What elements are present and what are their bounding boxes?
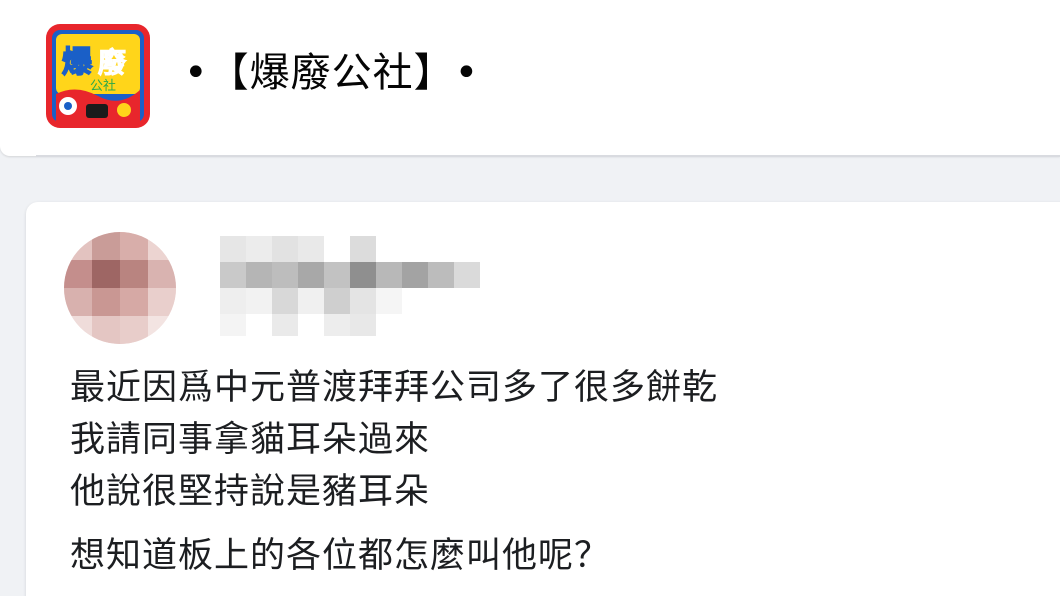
- group-header: 爆 廢 公社 •【爆廢公社】•: [0, 0, 1060, 156]
- group-name[interactable]: •【爆廢公社】•: [184, 45, 479, 101]
- blurred-avatar-icon[interactable]: [64, 232, 176, 344]
- svg-text:爆: 爆: [62, 45, 93, 80]
- post-text-line: 我請同事拿貓耳朵過來: [70, 420, 431, 460]
- post-text-line: 最近因爲中元普渡拜拜公司多了很多餅乾: [70, 368, 719, 408]
- post-card: 最近因爲中元普渡拜拜公司多了很多餅乾 我請同事拿貓耳朵過來 他說很堅持說是豬耳朵…: [26, 202, 1060, 596]
- post-body: 最近因爲中元普渡拜拜公司多了很多餅乾 我請同事拿貓耳朵過來 他說很堅持說是豬耳朵…: [70, 362, 718, 582]
- svg-text:公社: 公社: [90, 78, 116, 94]
- facebook-group-post-view: 爆 廢 公社 •【爆廢公社】• 最近因爲中元普渡拜拜公司多了很多餅乾 我請同事拿…: [0, 0, 1060, 596]
- group-logo-icon[interactable]: 爆 廢 公社: [46, 24, 150, 128]
- header-divider: [36, 155, 1060, 157]
- blurred-name-icon[interactable]: [190, 230, 480, 336]
- svg-text:廢: 廢: [98, 46, 127, 79]
- post-question: 想知道板上的各位都怎麼叫他呢？: [70, 536, 611, 576]
- post-text-line: 他說很堅持說是豬耳朵: [70, 472, 431, 512]
